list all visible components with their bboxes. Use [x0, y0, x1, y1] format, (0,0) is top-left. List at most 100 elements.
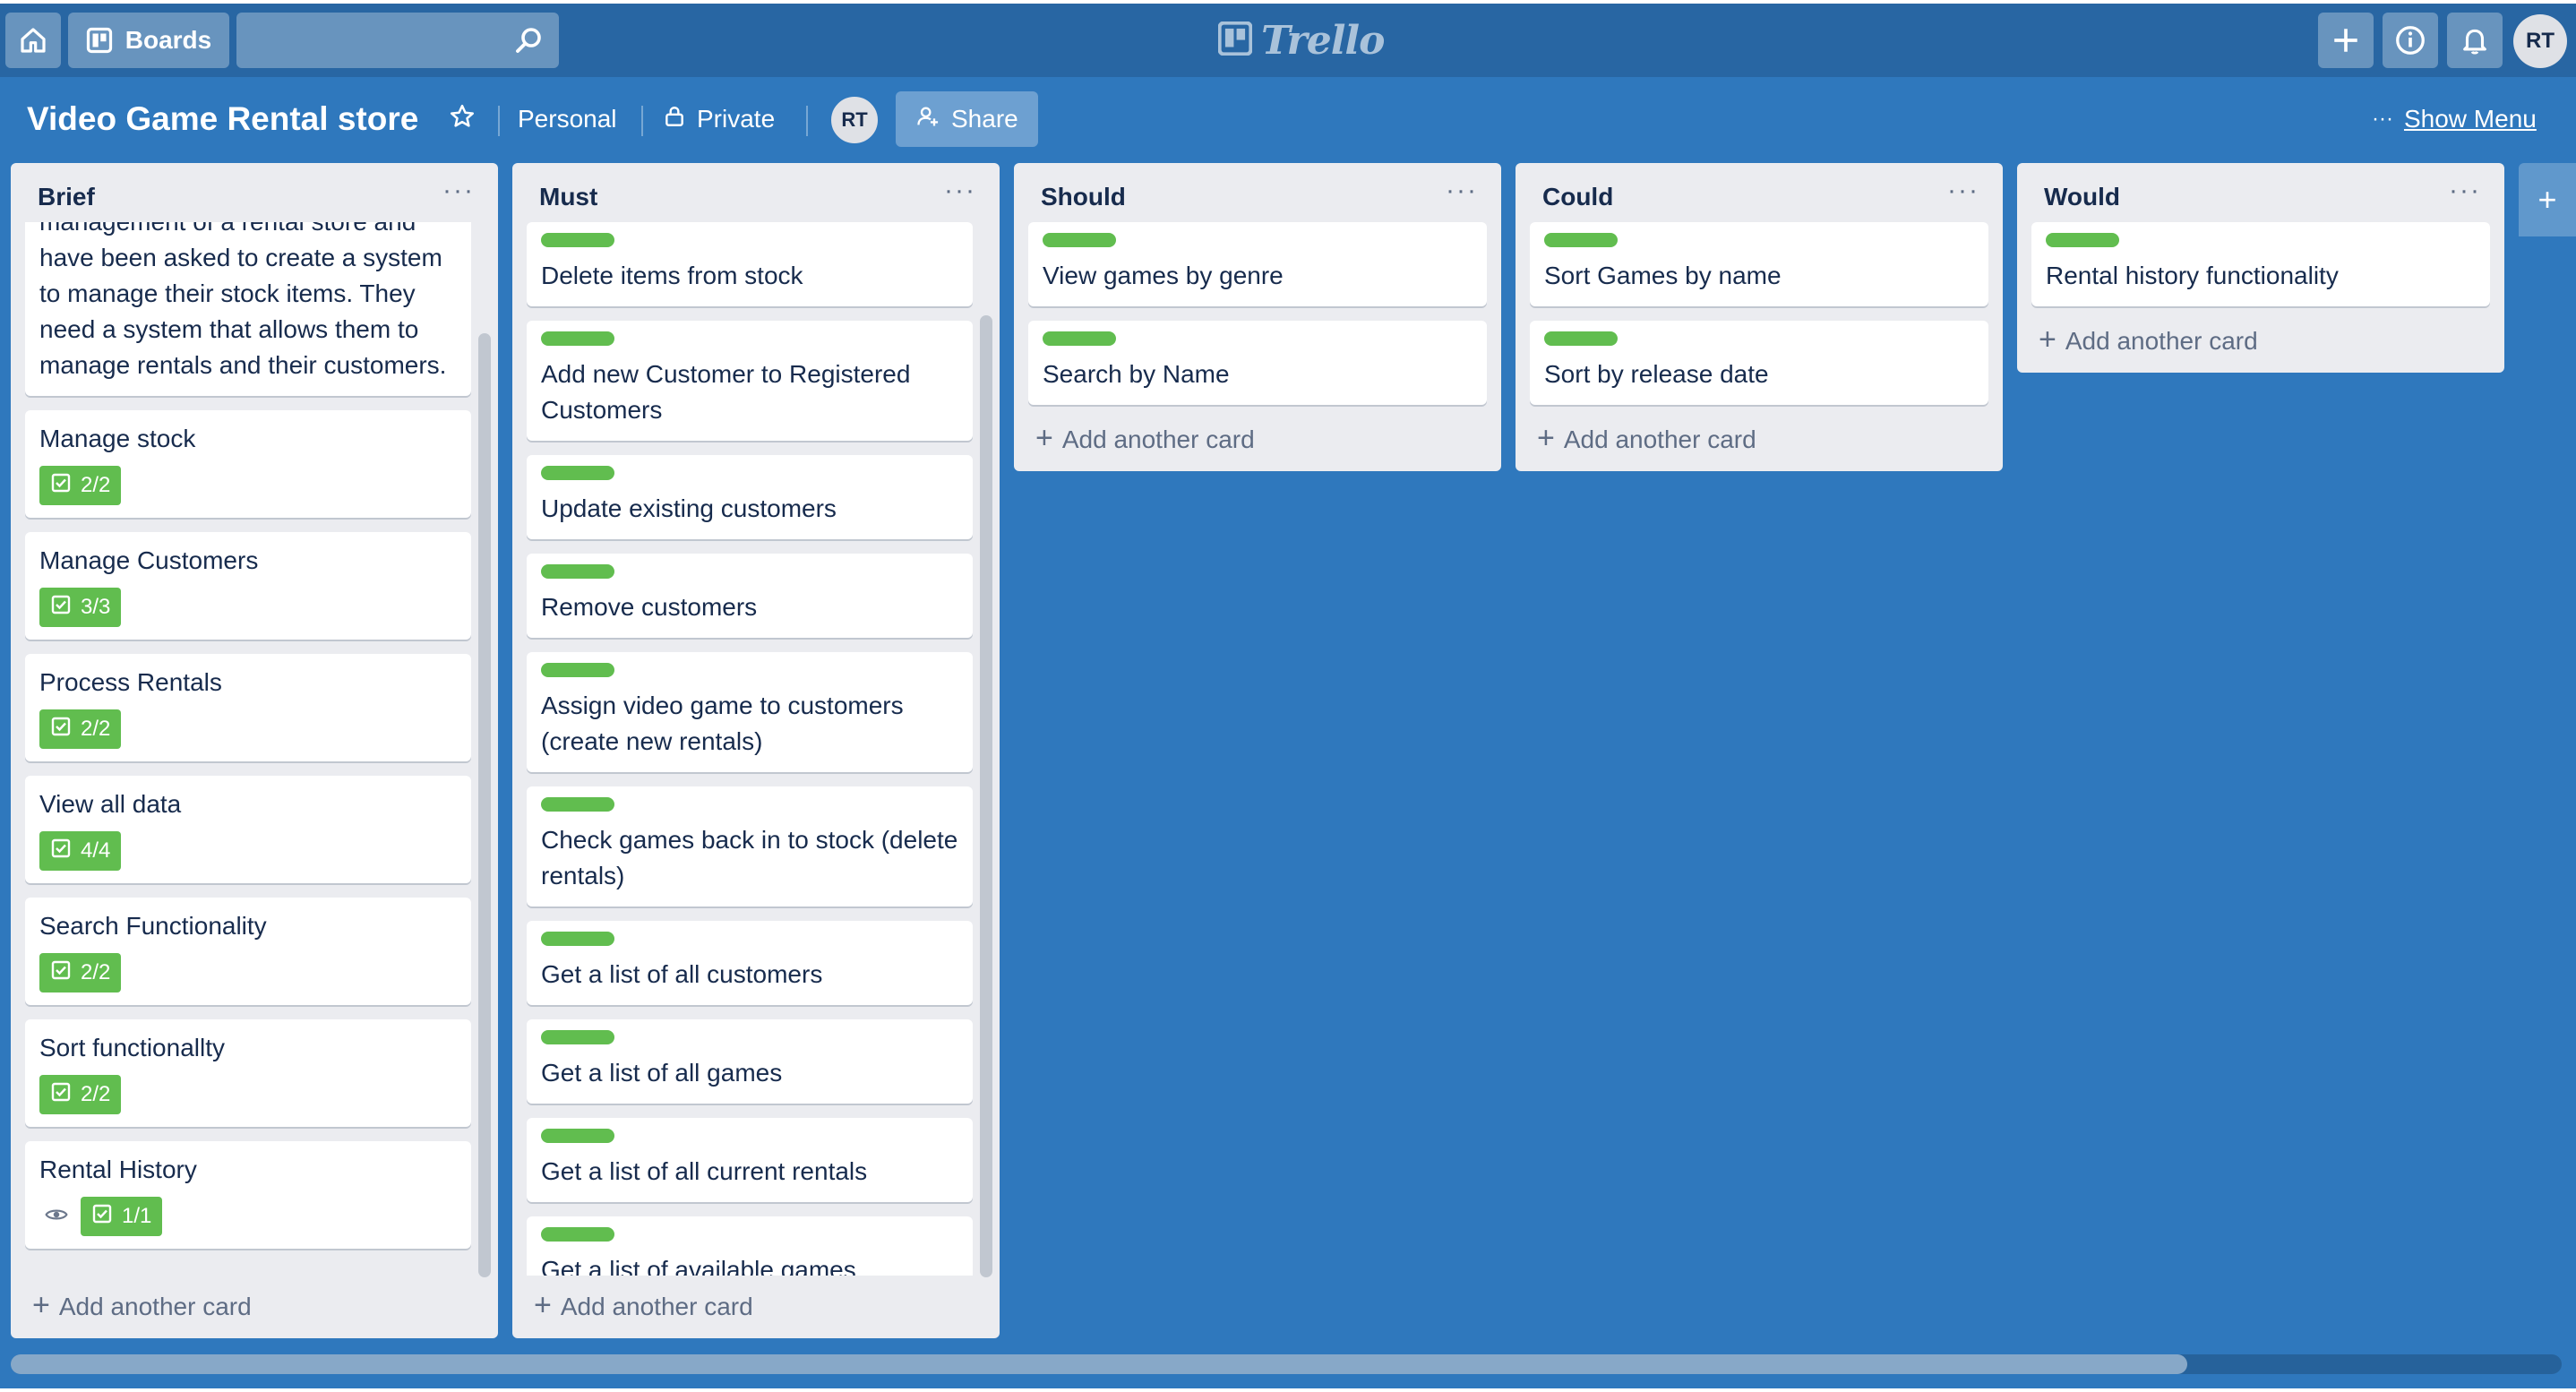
board-title[interactable]: Video Game Rental store [27, 100, 418, 138]
green-label [541, 564, 614, 579]
divider [641, 106, 643, 136]
star-button[interactable] [444, 91, 480, 147]
create-button[interactable] [2318, 13, 2374, 68]
home-button[interactable] [5, 13, 61, 68]
checklist-count: 2/2 [81, 717, 111, 741]
checklist-badge: 2/2 [39, 709, 122, 749]
list-would: Would ··· Rental history functionality +… [2017, 163, 2504, 373]
card-title: Sort functionallty [39, 1034, 225, 1061]
board-member-avatar[interactable]: RT [829, 95, 880, 145]
list-header[interactable]: Should ··· [1014, 163, 1501, 222]
card-title: Get a list of all games [541, 1059, 783, 1087]
list-title[interactable]: Could [1542, 183, 1613, 211]
list-menu-icon[interactable]: ··· [442, 176, 475, 206]
list-scrollbar[interactable] [980, 315, 992, 1277]
card-list-current-rentals[interactable]: Get a list of all current rentals [527, 1118, 973, 1202]
card-remove-customers[interactable]: Remove customers [527, 554, 973, 638]
list-could: Could ··· Sort Games by name Sort by rel… [1516, 163, 2003, 471]
share-button[interactable]: Share [896, 91, 1038, 147]
board-header: Video Game Rental store Personal Private… [0, 91, 2576, 154]
checkbox-icon [50, 472, 72, 500]
show-menu-button[interactable]: ··· Show Menu [2372, 91, 2537, 147]
list-title[interactable]: Brief [38, 183, 95, 211]
bell-icon [2460, 25, 2490, 56]
list-header[interactable]: Could ··· [1516, 163, 2003, 222]
scrollbar-thumb[interactable] [11, 1354, 2187, 1374]
checkbox-icon [50, 716, 72, 743]
list-header[interactable]: Brief ··· [11, 163, 498, 222]
list-title[interactable]: Should [1041, 183, 1126, 211]
card-title: Update existing customers [541, 494, 837, 522]
card-title: Delete items from stock [541, 262, 803, 289]
visibility-button[interactable]: Private [663, 91, 775, 147]
plus-icon: + [32, 1288, 50, 1322]
add-card-button[interactable]: + Add another card [512, 1276, 1000, 1338]
card-view-games-genre[interactable]: View games by genre [1028, 222, 1487, 306]
horizontal-scrollbar[interactable] [11, 1354, 2562, 1374]
add-list-button[interactable]: + [2519, 163, 2576, 236]
card-update-customers[interactable]: Update existing customers [527, 455, 973, 539]
green-label [541, 932, 614, 946]
card-rental-history[interactable]: Rental History 1/1 [25, 1141, 471, 1249]
plus-icon: + [1035, 421, 1053, 455]
card-check-games-back[interactable]: Check games back in to stock (delete ren… [527, 786, 973, 907]
card-process-rentals[interactable]: Process Rentals 2/2 [25, 654, 471, 761]
home-icon [19, 26, 47, 55]
green-label [1544, 331, 1618, 346]
checklist-badge: 4/4 [39, 831, 122, 871]
notifications-button[interactable] [2447, 13, 2503, 68]
list-title[interactable]: Must [539, 183, 597, 211]
card-delete-items[interactable]: Delete items from stock [527, 222, 973, 306]
card-title: Rental History [39, 1156, 197, 1183]
list-menu-icon[interactable]: ··· [944, 176, 976, 206]
checklist-count: 4/4 [81, 838, 111, 863]
card-manage-stock[interactable]: Manage stock 2/2 [25, 410, 471, 518]
add-card-button[interactable]: + Add another card [11, 1276, 498, 1338]
member-avatar[interactable]: RT [2513, 14, 2567, 68]
checklist-badge: 2/2 [39, 953, 122, 992]
list-menu-icon[interactable]: ··· [2449, 176, 2481, 206]
card-search-functionality[interactable]: Search Functionality 2/2 [25, 898, 471, 1005]
card-title: Sort Games by name [1544, 262, 1782, 289]
checkbox-icon [50, 1081, 72, 1109]
checkbox-icon [50, 838, 72, 865]
add-card-button[interactable]: + Add another card [1516, 408, 2003, 471]
board-canvas: Boards Trello RT Video Game Rental store… [0, 4, 2576, 1388]
card-sort-release-date[interactable]: Sort by release date [1530, 321, 1988, 405]
card-list-customers[interactable]: Get a list of all customers [527, 921, 973, 1005]
list-cards: management of a rental store and have be… [11, 222, 498, 1276]
trello-logo[interactable]: Trello [1217, 16, 1385, 64]
checklist-badge: 3/3 [39, 588, 122, 627]
list-header[interactable]: Would ··· [2017, 163, 2504, 222]
card-title: Sort by release date [1544, 360, 1769, 388]
search-icon[interactable] [512, 24, 545, 61]
card-manage-customers[interactable]: Manage Customers 3/3 [25, 532, 471, 640]
card-title: Add new Customer to Registered Customers [541, 360, 911, 424]
info-button[interactable] [2383, 13, 2438, 68]
card-sort-functionality[interactable]: Sort functionallty 2/2 [25, 1019, 471, 1127]
card-rental-history-functionality[interactable]: Rental history functionality [2031, 222, 2490, 306]
plus-icon [2331, 25, 2361, 56]
team-label: Personal [518, 105, 617, 133]
search-box[interactable] [236, 13, 559, 68]
card-assign-video-game[interactable]: Assign video game to customers (create n… [527, 652, 973, 772]
list-menu-icon[interactable]: ··· [1446, 176, 1478, 206]
add-card-button[interactable]: + Add another card [2017, 310, 2504, 373]
search-input[interactable] [236, 13, 559, 68]
card-list-games[interactable]: Get a list of all games [527, 1019, 973, 1104]
list-header[interactable]: Must ··· [512, 163, 1000, 222]
divider [806, 106, 808, 136]
card-search-by-name[interactable]: Search by Name [1028, 321, 1487, 405]
card-list-available-games[interactable]: Get a list of available games [527, 1216, 973, 1276]
list-title[interactable]: Would [2044, 183, 2120, 211]
description-card[interactable]: management of a rental store and have be… [25, 222, 471, 396]
card-sort-games-name[interactable]: Sort Games by name [1530, 222, 1988, 306]
list-menu-icon[interactable]: ··· [1947, 176, 1979, 206]
card-add-customer[interactable]: Add new Customer to Registered Customers [527, 321, 973, 441]
boards-button[interactable]: Boards [68, 13, 229, 68]
add-card-button[interactable]: + Add another card [1014, 408, 1501, 471]
list-scrollbar[interactable] [478, 333, 491, 1277]
team-button[interactable]: Personal [518, 91, 617, 147]
list-cards: Delete items from stock Add new Customer… [512, 222, 1000, 1276]
card-view-all-data[interactable]: View all data 4/4 [25, 776, 471, 883]
